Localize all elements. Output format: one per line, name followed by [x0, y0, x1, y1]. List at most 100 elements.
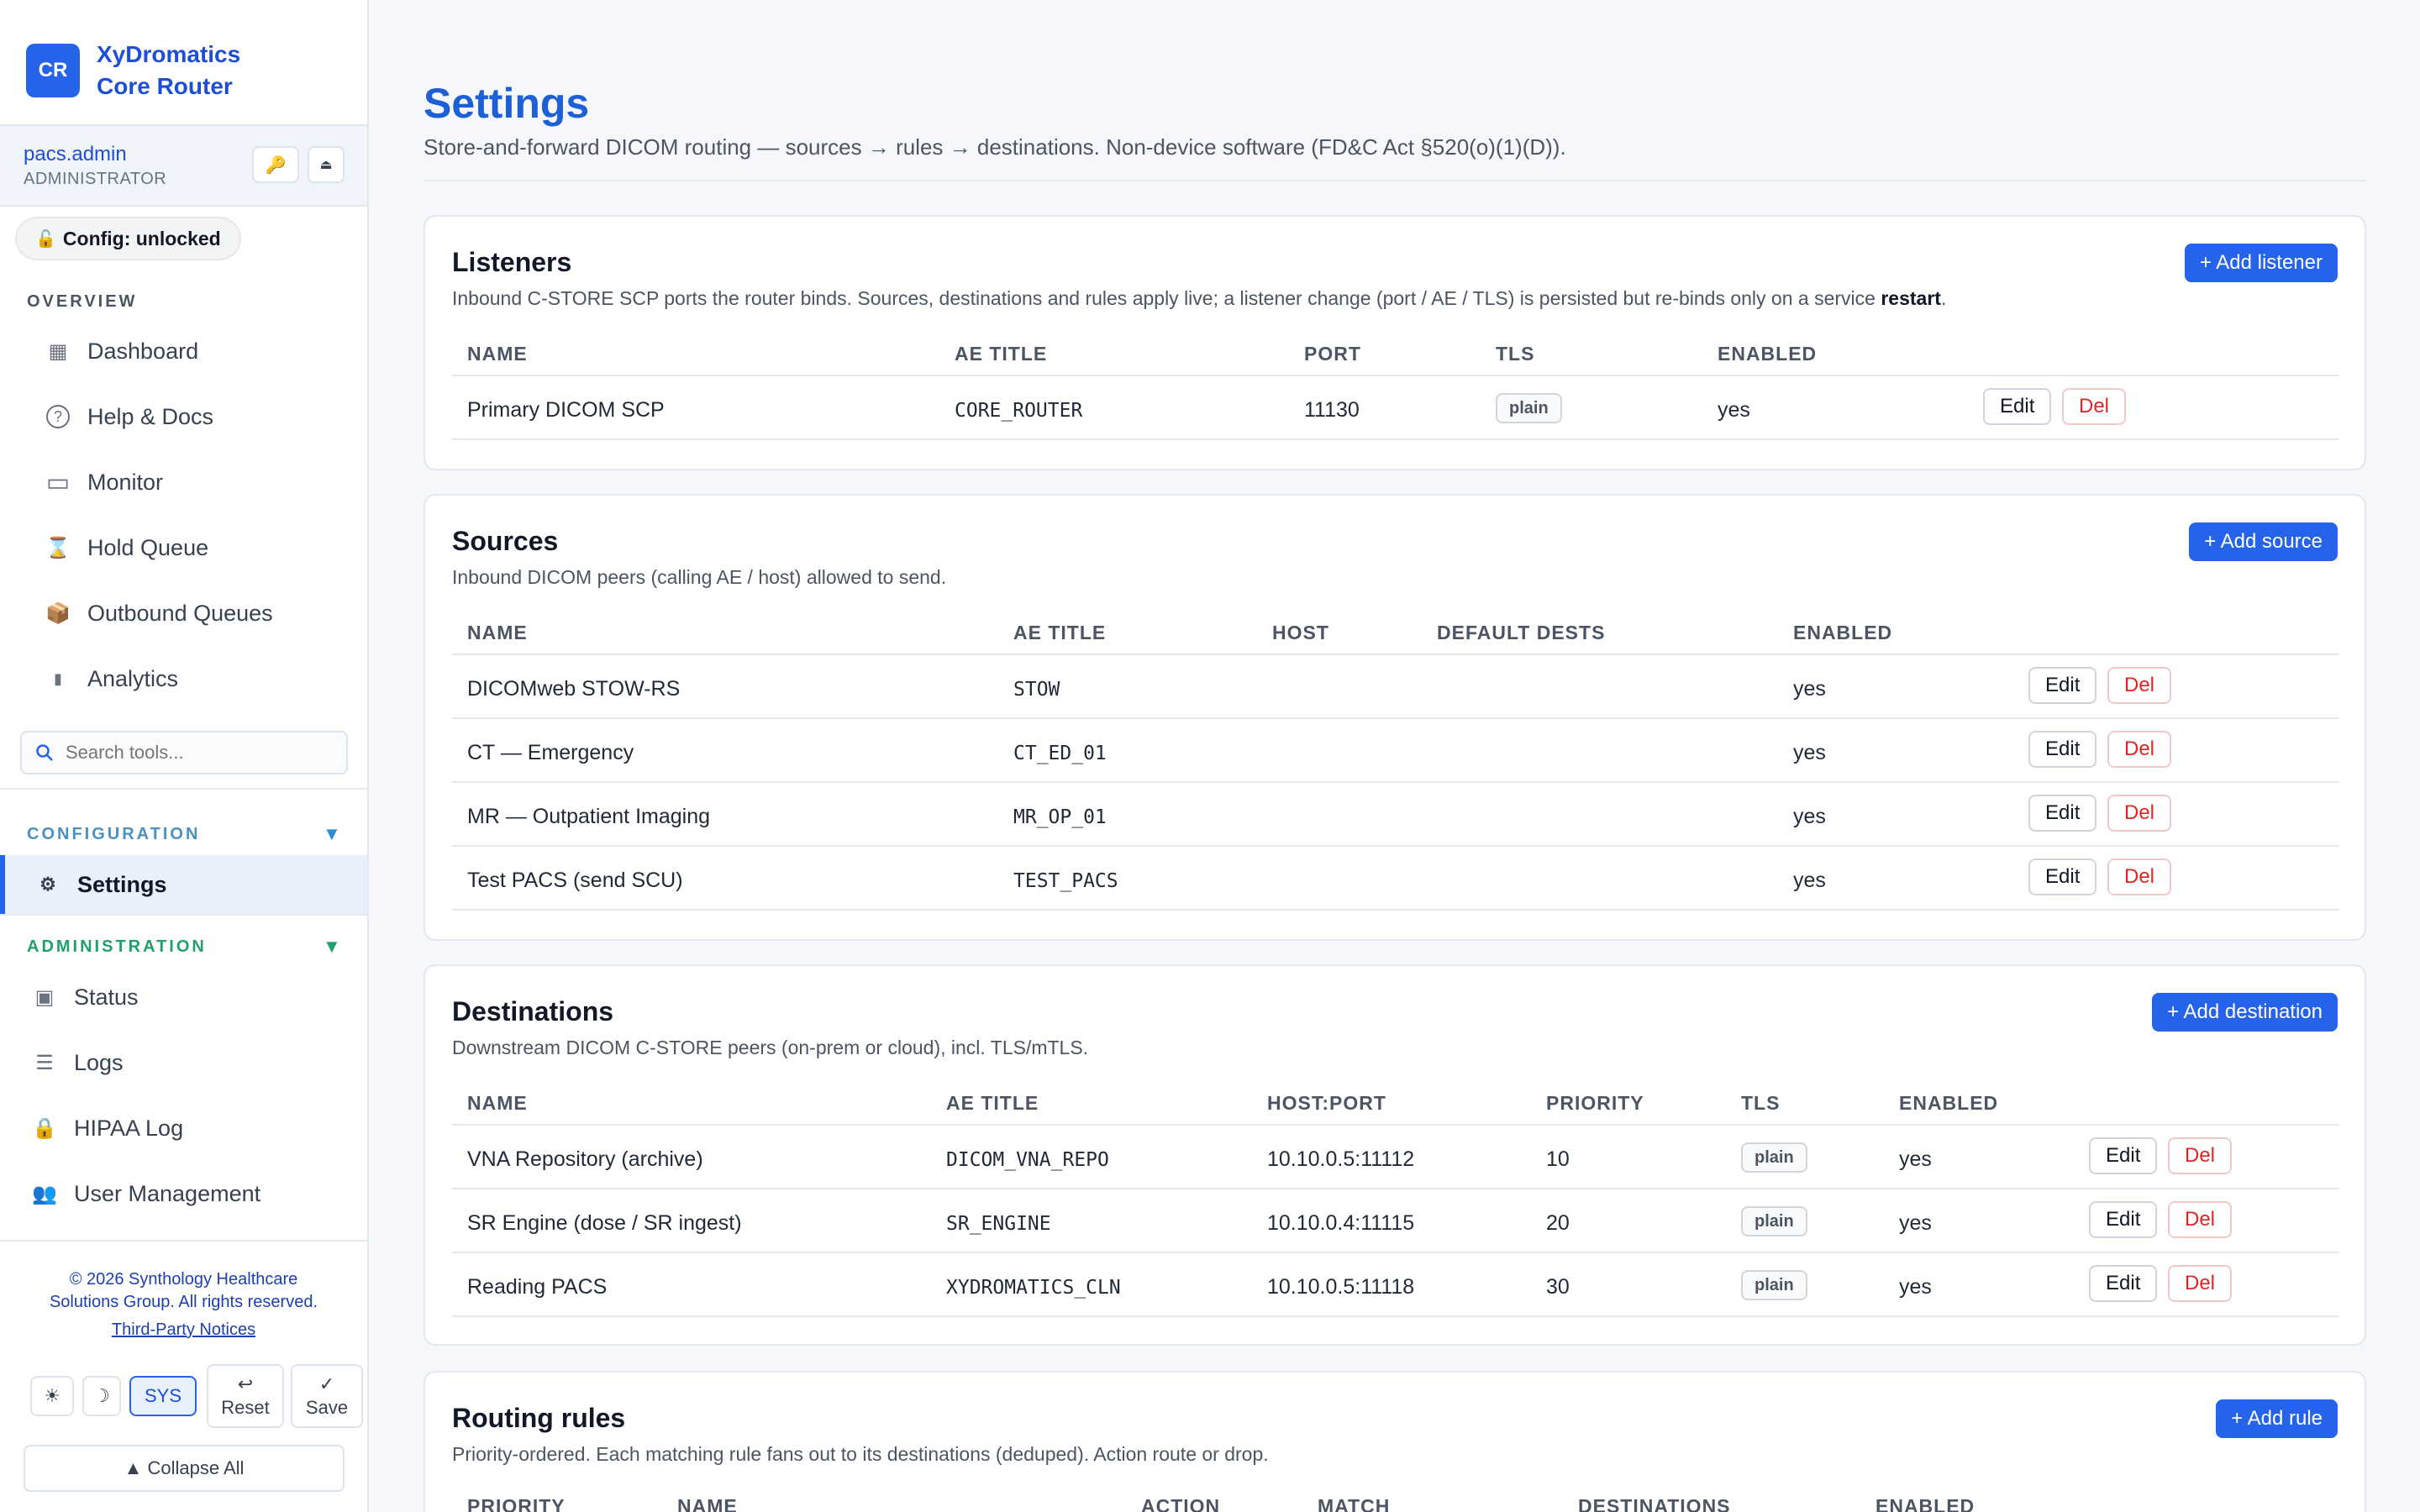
delete-button[interactable]: Del — [2107, 667, 2172, 704]
user-name: pacs.admin — [24, 143, 127, 165]
monitor-icon: ▭ — [45, 468, 71, 496]
chevron-down-icon[interactable]: ▼ — [323, 823, 341, 845]
unlock-icon: 🔓 — [35, 229, 56, 249]
sources-card: Sources Inbound DICOM peers (calling AE … — [424, 494, 2366, 941]
nav-hipaa-log[interactable]: 🔒 HIPAA Log — [0, 1099, 367, 1158]
nav-monitor[interactable]: ▭ Monitor — [0, 453, 367, 512]
column-header: NAME — [467, 622, 528, 643]
cell-enabled: yes — [1899, 1275, 1932, 1299]
search-input[interactable] — [66, 742, 334, 764]
edit-button[interactable]: Edit — [2028, 858, 2097, 895]
column-header: NAME — [467, 343, 528, 365]
nav-label: Status — [74, 984, 139, 1010]
section-overview: OVERVIEW — [27, 292, 138, 311]
cell-priority: 20 — [1546, 1211, 1570, 1235]
chevron-down-icon[interactable]: ▼ — [323, 936, 341, 958]
delete-button[interactable]: Del — [2168, 1201, 2233, 1238]
delete-button[interactable]: Del — [2168, 1265, 2233, 1302]
reset-button[interactable]: ↩ Reset — [207, 1364, 284, 1428]
save-button[interactable]: ✓ Save — [291, 1364, 363, 1428]
cell-ae-title: TEST_PACS — [1013, 870, 1118, 892]
sidebar: CR XyDromatics Core Router pacs.admin AD… — [0, 0, 369, 1512]
delete-button[interactable]: Del — [2107, 858, 2172, 895]
delete-button[interactable]: Del — [2107, 795, 2172, 832]
column-header: AE TITLE — [955, 343, 1048, 365]
nav-dashboard[interactable]: ▦ Dashboard — [0, 322, 367, 381]
column-header: MATCH — [1318, 1495, 1391, 1512]
column-header: HOST:PORT — [1267, 1092, 1386, 1114]
system-theme-button[interactable]: SYS — [129, 1376, 197, 1416]
config-status-badge[interactable]: 🔓 Config: unlocked — [15, 217, 241, 260]
copyright-line: © 2026 Synthology Healthcare — [69, 1270, 298, 1289]
logout-icon[interactable]: ⏏ — [308, 146, 345, 183]
column-header: ENABLED — [1876, 1495, 1975, 1512]
collapse-all-button[interactable]: ▲ Collapse All — [24, 1445, 345, 1492]
cell-ae-title: CORE_ROUTER — [955, 400, 1083, 422]
undo-icon: ↩ — [237, 1373, 254, 1394]
edit-button[interactable]: Edit — [2028, 667, 2097, 704]
bar-chart-icon: ▮ — [54, 669, 62, 687]
check-icon: ✓ — [318, 1373, 335, 1394]
card-title: Destinations — [452, 996, 614, 1026]
card-description: Inbound DICOM peers (calling AE / host) … — [452, 566, 947, 588]
cell-port: 11130 — [1304, 398, 1360, 422]
table-row: Reading PACS XYDROMATICS_CLN 10.10.0.5:1… — [452, 1253, 2339, 1317]
delete-button[interactable]: Del — [2062, 388, 2127, 425]
cell-priority: 30 — [1546, 1275, 1570, 1299]
nav-label: Help & Docs — [87, 403, 214, 429]
cell-name: Reading PACS — [467, 1275, 608, 1299]
dark-theme-button[interactable]: ☽ — [82, 1376, 121, 1416]
edit-button[interactable]: Edit — [1983, 388, 2052, 425]
divider — [0, 914, 369, 916]
nav-label: Settings — [77, 871, 167, 897]
section-configuration[interactable]: CONFIGURATION — [27, 825, 200, 844]
gear-icon: ⚙ — [39, 874, 56, 895]
edit-button[interactable]: Edit — [2028, 731, 2097, 768]
nav-status[interactable]: ▣ Status — [0, 968, 367, 1026]
nav-hold-queue[interactable]: ⌛ Hold Queue — [0, 518, 367, 577]
column-header: ENABLED — [1899, 1092, 1999, 1114]
nav-logs[interactable]: ☰ Logs — [0, 1033, 367, 1092]
add-listener-button[interactable]: + Add listener — [2184, 244, 2338, 282]
add-destination-button[interactable]: + Add destination — [2152, 993, 2338, 1032]
edit-button[interactable]: Edit — [2089, 1201, 2158, 1238]
card-title: Listeners — [452, 247, 572, 277]
delete-button[interactable]: Del — [2168, 1137, 2233, 1174]
grid-icon: ▦ — [48, 339, 68, 363]
tool-search[interactable] — [20, 731, 348, 774]
package-icon: 📦 — [45, 601, 71, 625]
cell-enabled: yes — [1899, 1211, 1932, 1235]
column-header: ENABLED — [1718, 343, 1818, 365]
third-party-notices-link[interactable]: Third-Party Notices — [0, 1320, 367, 1340]
edit-button[interactable]: Edit — [2028, 795, 2097, 832]
edit-button[interactable]: Edit — [2089, 1137, 2158, 1174]
search-icon — [36, 744, 53, 761]
key-icon[interactable]: 🔑 — [252, 146, 299, 183]
user-role: ADMINISTRATOR — [24, 170, 167, 188]
cell-host-port: 10.10.0.5:11118 — [1267, 1275, 1415, 1299]
card-description: Inbound C-STORE SCP ports the router bin… — [452, 287, 1946, 310]
card-description: Priority-ordered. Each matching rule fan… — [452, 1443, 1269, 1465]
nav-help-docs[interactable]: ? Help & Docs — [0, 387, 367, 446]
add-rule-button[interactable]: + Add rule — [2216, 1399, 2338, 1438]
card-title: Routing rules — [452, 1403, 626, 1433]
nav-analytics[interactable]: ▮ Analytics — [0, 649, 367, 708]
cell-enabled: yes — [1793, 805, 1826, 828]
nav-outbound-queues[interactable]: 📦 Outbound Queues — [0, 584, 367, 643]
add-source-button[interactable]: + Add source — [2189, 522, 2338, 561]
desc-text: . — [1940, 287, 1947, 309]
edit-button[interactable]: Edit — [2089, 1265, 2158, 1302]
column-header: HOST — [1272, 622, 1329, 643]
users-icon: 👥 — [32, 1182, 57, 1205]
desc-text: Inbound C-STORE SCP ports the router bin… — [452, 287, 1881, 309]
column-header: DESTINATIONS — [1578, 1495, 1731, 1512]
cell-enabled: yes — [1793, 677, 1826, 701]
desc-emphasis: restart — [1881, 287, 1941, 309]
delete-button[interactable]: Del — [2107, 731, 2172, 768]
nav-user-management[interactable]: 👥 User Management — [0, 1164, 367, 1223]
light-theme-button[interactable]: ☀ — [30, 1376, 74, 1416]
nav-settings[interactable]: ⚙ Settings — [0, 855, 367, 914]
section-administration[interactable]: ADMINISTRATION — [27, 937, 207, 957]
divider — [424, 180, 2366, 181]
cell-name: CT — Emergency — [467, 741, 634, 764]
